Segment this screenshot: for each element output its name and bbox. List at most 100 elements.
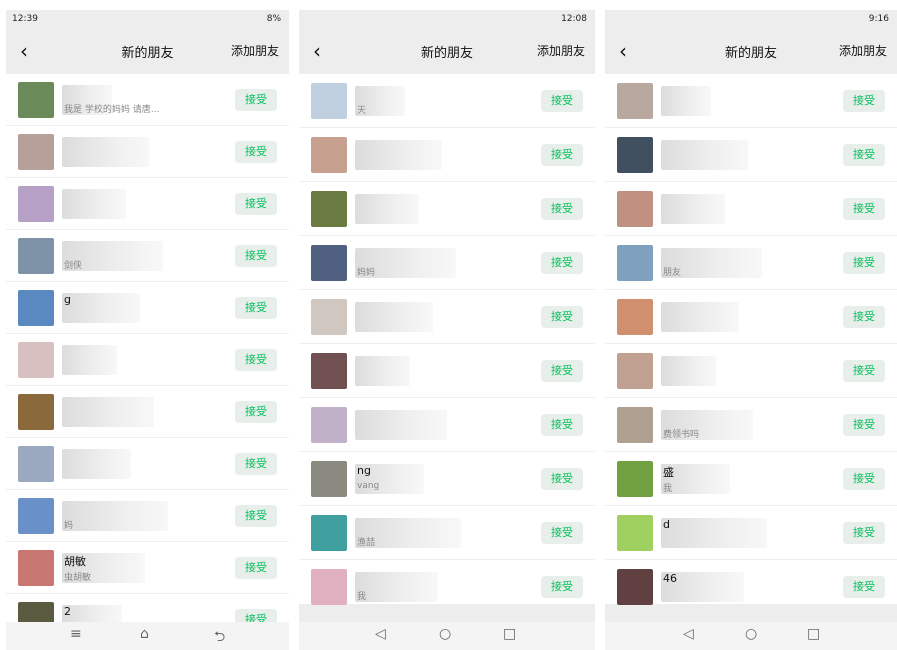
friend-request-row[interactable]: 盛我 接受	[605, 452, 897, 506]
accept-button[interactable]: 接受	[541, 198, 583, 220]
accept-button[interactable]: 接受	[541, 252, 583, 274]
friend-request-row[interactable]: ng vang 接受	[299, 452, 595, 506]
accept-button[interactable]: 接受	[235, 505, 277, 527]
avatar[interactable]	[617, 137, 653, 173]
avatar[interactable]	[18, 550, 54, 586]
friend-request-row[interactable]: 接受	[605, 182, 897, 236]
accept-button[interactable]: 接受	[843, 90, 885, 112]
avatar[interactable]	[617, 191, 653, 227]
accept-button[interactable]: 接受	[843, 576, 885, 598]
home-icon[interactable]: ⌂	[140, 626, 149, 642]
avatar[interactable]	[18, 82, 54, 118]
add-friend-button[interactable]: 添加朋友	[537, 42, 585, 59]
friend-request-row[interactable]: 我 接受	[299, 560, 595, 614]
accept-button[interactable]: 接受	[541, 414, 583, 436]
friend-request-row[interactable]: d 接受	[605, 506, 897, 560]
home-icon[interactable]: ○	[439, 626, 451, 642]
friend-request-row[interactable]: 接受	[299, 344, 595, 398]
friend-request-row[interactable]: 接受	[6, 438, 289, 490]
avatar[interactable]	[18, 446, 54, 482]
accept-button[interactable]: 接受	[843, 522, 885, 544]
friend-request-row[interactable]: 接受	[605, 290, 897, 344]
avatar[interactable]	[311, 245, 347, 281]
friend-request-row[interactable]: 妈 接受	[6, 490, 289, 542]
accept-button[interactable]: 接受	[235, 141, 277, 163]
accept-button[interactable]: 接受	[843, 144, 885, 166]
friend-request-row[interactable]: 接受	[605, 74, 897, 128]
friend-request-row[interactable]: 妈妈 接受	[299, 236, 595, 290]
add-friend-button[interactable]: 添加朋友	[839, 42, 887, 59]
accept-button[interactable]: 接受	[541, 468, 583, 490]
add-friend-button[interactable]: 添加朋友	[231, 42, 279, 59]
friend-request-row[interactable]: 接受	[299, 128, 595, 182]
avatar[interactable]	[311, 407, 347, 443]
back-nav-icon[interactable]: ◁	[375, 626, 386, 642]
recents-icon[interactable]: □	[503, 626, 516, 642]
friend-request-row[interactable]: 接受	[6, 126, 289, 178]
friend-request-row[interactable]: 渔喆 接受	[299, 506, 595, 560]
friend-request-row[interactable]: 接受	[605, 128, 897, 182]
friend-request-row[interactable]: 接受	[605, 344, 897, 398]
accept-button[interactable]: 接受	[235, 297, 277, 319]
avatar[interactable]	[617, 515, 653, 551]
avatar[interactable]	[617, 569, 653, 605]
avatar[interactable]	[617, 83, 653, 119]
friend-request-row[interactable]: 剑侠 接受	[6, 230, 289, 282]
back-nav-icon[interactable]: ◁	[683, 626, 694, 642]
friend-request-row[interactable]: 接受	[6, 178, 289, 230]
avatar[interactable]	[617, 407, 653, 443]
menu-icon[interactable]: ≡	[70, 626, 82, 642]
avatar[interactable]	[311, 137, 347, 173]
accept-button[interactable]: 接受	[843, 306, 885, 328]
friend-request-row[interactable]: 接受	[6, 386, 289, 438]
friend-request-row[interactable]: 我是 学校的妈妈 请唐… 接受	[6, 74, 289, 126]
accept-button[interactable]: 接受	[843, 414, 885, 436]
accept-button[interactable]: 接受	[541, 306, 583, 328]
avatar[interactable]	[311, 299, 347, 335]
accept-button[interactable]: 接受	[235, 557, 277, 579]
accept-button[interactable]: 接受	[541, 360, 583, 382]
friend-request-row[interactable]: 接受	[299, 290, 595, 344]
avatar[interactable]	[617, 353, 653, 389]
friend-request-row[interactable]: 接受	[299, 182, 595, 236]
avatar[interactable]	[18, 134, 54, 170]
friend-request-row[interactable]: 费领书吗 接受	[605, 398, 897, 452]
friend-request-row[interactable]: g 接受	[6, 282, 289, 334]
friend-request-row[interactable]: 胡敏 虫胡敏 接受	[6, 542, 289, 594]
back-nav-icon[interactable]: ⮌	[214, 626, 225, 650]
avatar[interactable]	[311, 569, 347, 605]
friend-request-row[interactable]: 朋友 接受	[605, 236, 897, 290]
accept-button[interactable]: 接受	[541, 144, 583, 166]
accept-button[interactable]: 接受	[541, 522, 583, 544]
avatar[interactable]	[18, 238, 54, 274]
accept-button[interactable]: 接受	[235, 245, 277, 267]
accept-button[interactable]: 接受	[235, 349, 277, 371]
accept-button[interactable]: 接受	[541, 90, 583, 112]
home-icon[interactable]: ○	[745, 626, 757, 642]
avatar[interactable]	[18, 394, 54, 430]
friend-request-row[interactable]: 接受	[6, 334, 289, 386]
avatar[interactable]	[311, 83, 347, 119]
accept-button[interactable]: 接受	[843, 252, 885, 274]
accept-button[interactable]: 接受	[843, 198, 885, 220]
avatar[interactable]	[311, 515, 347, 551]
avatar[interactable]	[311, 191, 347, 227]
accept-button[interactable]: 接受	[235, 401, 277, 423]
avatar[interactable]	[311, 353, 347, 389]
recents-icon[interactable]: □	[807, 626, 820, 642]
avatar[interactable]	[617, 245, 653, 281]
avatar[interactable]	[617, 299, 653, 335]
avatar[interactable]	[617, 461, 653, 497]
accept-button[interactable]: 接受	[235, 193, 277, 215]
avatar[interactable]	[311, 461, 347, 497]
friend-request-row[interactable]: 接受	[299, 398, 595, 452]
avatar[interactable]	[18, 290, 54, 326]
accept-button[interactable]: 接受	[843, 360, 885, 382]
avatar[interactable]	[18, 342, 54, 378]
accept-button[interactable]: 接受	[235, 89, 277, 111]
friend-request-row[interactable]: 46 接受	[605, 560, 897, 614]
avatar[interactable]	[18, 186, 54, 222]
accept-button[interactable]: 接受	[235, 453, 277, 475]
avatar[interactable]	[18, 498, 54, 534]
friend-request-row[interactable]: 天 接受	[299, 74, 595, 128]
